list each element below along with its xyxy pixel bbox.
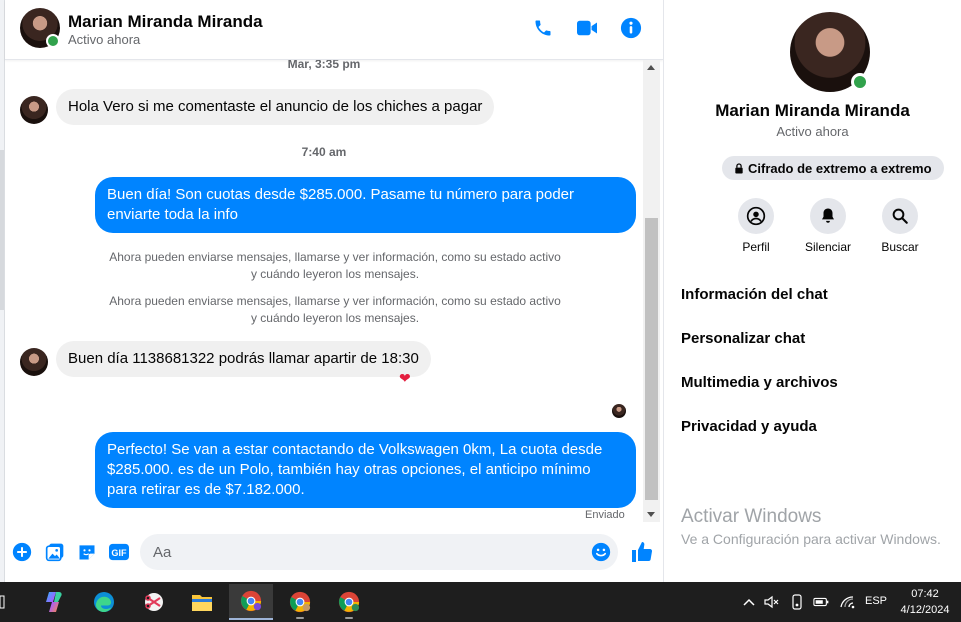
language-indicator[interactable]: ESP [865, 595, 887, 607]
menu-chat-info[interactable]: Información del chat [681, 286, 828, 303]
copilot-icon[interactable] [32, 584, 76, 620]
speaker-muted-icon[interactable] [764, 594, 780, 610]
lock-icon [735, 162, 743, 174]
online-indicator [851, 73, 869, 91]
left-edge-scroll [0, 150, 4, 310]
contact-name[interactable]: Marian Miranda Miranda [68, 12, 263, 32]
encryption-badge[interactable]: Cifrado de extremo a extremo [722, 156, 944, 180]
menu-media-files[interactable]: Multimedia y archivos [681, 374, 838, 391]
system-notice: Ahora pueden enviarse mensajes, llamarse… [109, 294, 561, 325]
chrome-icon [240, 590, 262, 612]
edge-browser-icon[interactable] [82, 584, 126, 620]
bell-icon[interactable] [810, 198, 846, 234]
message-input[interactable] [140, 534, 618, 570]
profile-name: Marian Miranda Miranda [715, 101, 910, 120]
sender-avatar[interactable] [20, 96, 48, 124]
photo-icon[interactable] [44, 541, 66, 563]
chrome-icon [338, 591, 360, 613]
chrome-icon [289, 591, 311, 613]
message-list[interactable]: Mar, 3:35 pm Hola Vero si me comentaste … [5, 60, 643, 522]
online-indicator [46, 34, 60, 48]
profile-action-label: Perfil [742, 240, 770, 254]
sticker-icon[interactable] [76, 541, 98, 563]
chat-details-panel: Marian Miranda Miranda Activo ahora Cifr… [663, 0, 961, 582]
wifi-icon[interactable] [839, 594, 855, 610]
system-notice: Ahora pueden enviarse mensajes, llamarse… [109, 250, 561, 281]
phone-icon[interactable] [531, 16, 555, 40]
message-scrollbar[interactable] [643, 60, 660, 522]
info-icon[interactable] [619, 16, 643, 40]
profile-action[interactable]: Perfil [721, 198, 791, 254]
chrome-window-3[interactable] [327, 584, 371, 620]
emoji-icon[interactable] [590, 541, 612, 563]
sent-status: Enviado [585, 509, 625, 521]
heart-reaction-icon[interactable]: ❤ [399, 371, 411, 385]
battery-icon[interactable] [813, 594, 829, 610]
chat-header: Marian Miranda Miranda Activo ahora [5, 0, 663, 60]
search-action-label: Buscar [881, 240, 919, 254]
screen: Marian Miranda Miranda Activo ahora Mar,… [0, 0, 961, 622]
search-action[interactable]: Buscar [865, 198, 935, 254]
scroll-up-icon[interactable] [647, 65, 655, 70]
video-call-icon[interactable] [575, 16, 599, 40]
taskview-icon[interactable] [0, 584, 14, 620]
incoming-message[interactable]: Hola Vero si me comentaste el anuncio de… [56, 89, 495, 125]
chevron-up-icon[interactable] [741, 594, 757, 610]
file-explorer-icon[interactable] [180, 584, 224, 620]
clock-date: 4/12/2024 [900, 604, 950, 616]
incoming-message[interactable]: Buen día 1138681322 podrás llamar aparti… [56, 341, 431, 377]
clock-time: 07:42 [911, 588, 939, 600]
scroll-thumb[interactable] [645, 218, 658, 500]
encryption-label: Cifrado de extremo a extremo [748, 160, 932, 176]
windows-activation-subtitle: Ve a Configuración para activar Windows. [681, 531, 941, 547]
menu-customize-chat[interactable]: Personalizar chat [681, 330, 805, 347]
outgoing-message[interactable]: Buen día! Son cuotas desde $285.000. Pas… [95, 177, 636, 233]
message-timestamp: Mar, 3:35 pm [287, 60, 361, 71]
chrome-window-active[interactable] [229, 584, 273, 620]
outgoing-message[interactable]: Perfecto! Se van a estar contactando de … [95, 432, 636, 508]
gif-icon[interactable]: GIF [108, 541, 130, 563]
clock[interactable]: 07:42 4/12/2024 [900, 586, 950, 618]
read-receipt-avatar [612, 404, 626, 418]
device-icon[interactable] [789, 594, 805, 610]
sender-avatar[interactable] [20, 348, 48, 376]
plus-icon[interactable] [11, 541, 33, 563]
snipping-tool-icon[interactable] [132, 584, 176, 620]
scroll-down-icon[interactable] [647, 512, 655, 517]
message-timestamp: 7:40 am [301, 145, 347, 159]
message-composer: GIF [5, 522, 663, 582]
svg-text:GIF: GIF [111, 548, 127, 558]
like-icon[interactable] [629, 539, 655, 565]
windows-activation-title: Activar Windows [681, 506, 822, 527]
mute-action-label: Silenciar [804, 240, 852, 254]
menu-privacy-help[interactable]: Privacidad y ayuda [681, 418, 817, 435]
profile-status: Activo ahora [776, 124, 849, 139]
mute-action[interactable]: Silenciar [793, 198, 863, 254]
chrome-window-2[interactable] [278, 584, 322, 620]
contact-status: Activo ahora [68, 32, 141, 47]
search-icon[interactable] [882, 198, 918, 234]
windows-taskbar: ESP 07:42 4/12/2024 [0, 582, 961, 622]
profile-icon[interactable] [738, 198, 774, 234]
